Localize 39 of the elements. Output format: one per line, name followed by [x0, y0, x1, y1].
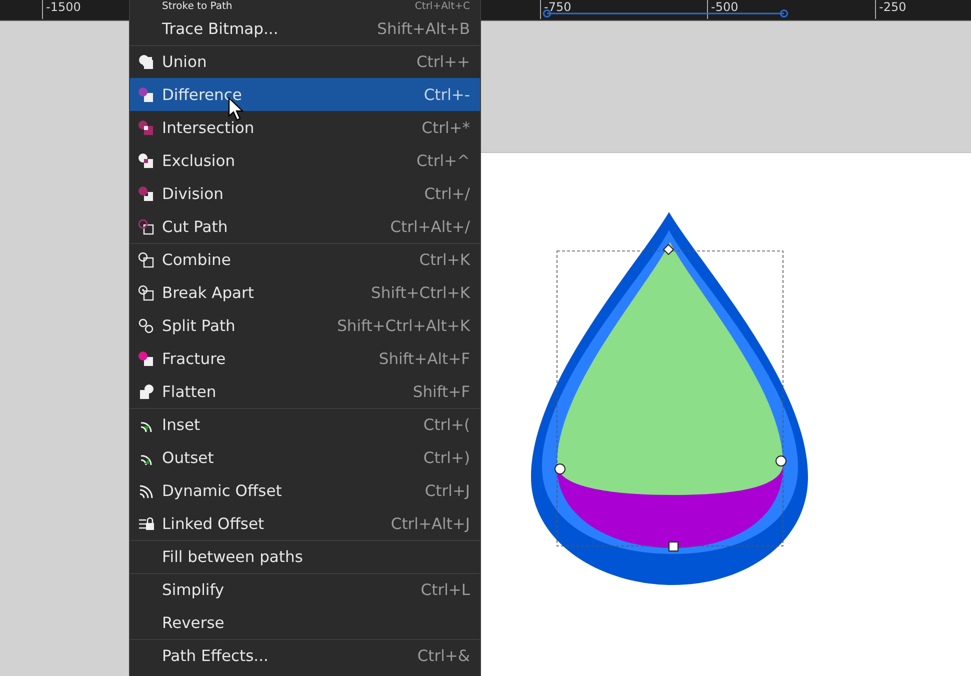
- break-apart-icon: [138, 284, 155, 300]
- menu-item[interactable]: Exclusion Ctrl+^: [130, 144, 480, 177]
- node-handle[interactable]: [662, 244, 674, 256]
- menu-item[interactable]: Break Apart Shift+Ctrl+K: [130, 276, 480, 309]
- menu-item[interactable]: Division Ctrl+/: [130, 177, 480, 210]
- ruler-label: -500: [707, 0, 738, 19]
- union-icon: [138, 54, 155, 70]
- intersection-icon: [138, 120, 155, 136]
- menu-item[interactable]: Outset Ctrl+): [130, 441, 480, 474]
- menu-item[interactable]: Fracture Shift+Alt+F: [130, 342, 480, 375]
- menu-item[interactable]: Inset Ctrl+(: [130, 408, 480, 441]
- menu-item[interactable]: Dynamic Offset Ctrl+J: [130, 474, 480, 507]
- offset-arcs-icon: [138, 482, 155, 498]
- division-icon: [138, 186, 155, 202]
- ruler-label: -1500: [42, 0, 81, 19]
- lock-icon: [138, 516, 155, 532]
- split-path-icon: [138, 318, 155, 334]
- ruler-label: -250: [875, 0, 906, 19]
- menu-item[interactable]: Stroke to Path Ctrl+Alt+C: [130, 0, 480, 12]
- menu-item[interactable]: Cut Path Ctrl+Alt+/: [130, 210, 480, 243]
- menu-item[interactable]: Reverse: [130, 606, 480, 639]
- fracture-icon: [138, 350, 155, 366]
- ruler-label: -750: [540, 0, 572, 19]
- menu-item[interactable]: Flatten Shift+F: [130, 375, 480, 408]
- menu-item[interactable]: Fill between paths: [130, 540, 480, 573]
- cut-path-icon: [138, 218, 155, 234]
- menu-item[interactable]: Trace Bitmap... Shift+Alt+B: [130, 12, 480, 45]
- menu-item[interactable]: Combine Ctrl+K: [130, 243, 480, 276]
- menu-item[interactable]: Split Path Shift+Ctrl+Alt+K: [130, 309, 480, 342]
- menu-item[interactable]: Linked Offset Ctrl+Alt+J: [130, 507, 480, 540]
- exclusion-icon: [138, 152, 155, 168]
- menu-item[interactable]: Simplify Ctrl+L: [130, 573, 480, 606]
- menu-item[interactable]: Intersection Ctrl+*: [130, 111, 480, 144]
- flatten-icon: [138, 384, 155, 400]
- difference-icon: [138, 86, 155, 102]
- menu-item[interactable]: Difference Ctrl+-: [130, 78, 480, 111]
- node-handle[interactable]: [668, 542, 678, 552]
- combine-icon: [138, 252, 155, 268]
- menu-item[interactable]: Path Effects... Ctrl+&: [130, 639, 480, 672]
